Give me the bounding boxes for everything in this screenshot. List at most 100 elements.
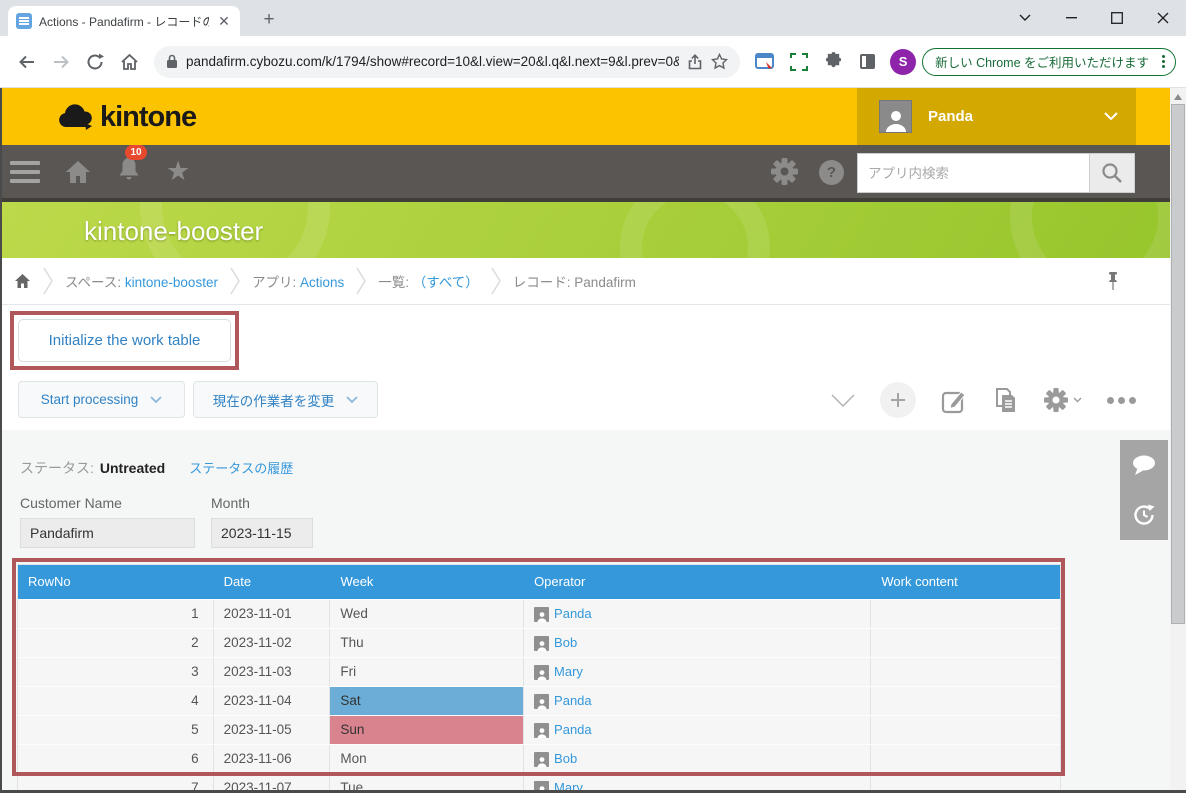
change-operator-button[interactable]: 現在の作業者を変更 [193,381,378,418]
breadcrumb-space[interactable]: スペース: kintone-booster [65,271,218,291]
window-maximize-button[interactable] [1094,0,1140,36]
breadcrumb-home-icon[interactable] [14,273,31,289]
add-record-button[interactable] [880,382,916,418]
cell-rowno: 3 [18,658,214,686]
chrome-update-button[interactable]: 新しい Chrome をご利用いただけます [922,48,1176,76]
tab-search-chevron-icon[interactable] [1002,0,1048,36]
space-title: kintone-booster [84,216,263,247]
collapse-chevron-icon[interactable] [831,394,855,407]
cell-operator: Bob [524,629,871,657]
operator-link[interactable]: Panda [554,687,592,715]
cell-operator: Panda [524,600,871,628]
side-panel-icon[interactable] [850,45,884,79]
operator-avatar-icon [534,752,549,767]
address-bar[interactable]: pandafirm.cybozu.com/k/1794/show#record=… [154,46,740,78]
browser-tab[interactable]: Actions - Pandafirm - レコードの詳 ✕ [8,6,240,36]
cell-rowno: 5 [18,716,214,744]
lock-icon [166,54,178,69]
hamburger-menu-icon[interactable] [10,161,40,183]
tab-close-icon[interactable]: ✕ [216,13,232,29]
tab-title: Actions - Pandafirm - レコードの詳 [39,13,209,30]
column-header-date: Date [214,565,331,599]
operator-link[interactable]: Panda [554,716,592,744]
scrollbar-up-arrow[interactable] [1174,94,1182,100]
notifications-button[interactable]: 10 [116,155,142,188]
tab-favicon-icon [16,13,32,29]
portal-home-icon[interactable] [64,159,92,185]
breadcrumb: スペース: kintone-booster アプリ: Actions 一覧: （… [0,258,1170,305]
status-row: ステータス: Untreated ステータスの履歴 [20,458,293,478]
favorites-star-icon[interactable]: ★ [166,158,190,185]
table-row: 4 2023-11-04 Sat Panda [18,686,1060,715]
history-icon [1131,502,1157,528]
app-search-input[interactable] [857,153,1089,193]
record-toolbar [831,381,1136,419]
start-processing-button[interactable]: Start processing [18,381,185,418]
cell-operator: Mary [524,658,871,686]
cell-work-content [871,687,1060,715]
initialize-work-table-button[interactable]: Initialize the work table [18,319,231,362]
cell-week: Fri [330,658,524,686]
window-left-edge [0,88,2,793]
settings-gear-icon[interactable] [771,158,798,185]
breadcrumb-view[interactable]: 一覧: （すべて） [378,271,479,291]
browser-titlebar: Actions - Pandafirm - レコードの詳 ✕ + [0,0,1186,36]
more-options-icon[interactable] [1107,397,1136,404]
breadcrumb-separator-icon [43,267,53,295]
breadcrumb-separator-icon [230,267,240,295]
cell-work-content [871,716,1060,744]
cell-operator: Panda [524,716,871,744]
operator-avatar-icon [534,607,549,622]
status-history-link[interactable]: ステータスの履歴 [189,458,293,477]
plus-icon [890,392,906,408]
bookmark-star-icon[interactable] [711,53,728,70]
work-table-header: RowNo Date Week Operator Work content [18,565,1060,599]
cell-week: Wed [330,600,524,628]
operator-link[interactable]: Bob [554,745,577,773]
chevron-down-icon [346,396,358,404]
forward-icon[interactable] [44,45,78,79]
pin-icon[interactable] [1107,271,1119,291]
scrollbar-thumb[interactable] [1171,104,1185,624]
reload-icon[interactable] [78,45,112,79]
cell-week: Thu [330,629,524,657]
change-history-button[interactable] [1120,490,1168,540]
chrome-update-label: 新しい Chrome をご利用いただけます [935,52,1149,71]
extension-capture-icon[interactable] [782,45,816,79]
cell-date: 2023-11-05 [214,716,331,744]
home-icon[interactable] [112,45,146,79]
browser-menu-icon[interactable] [1158,55,1169,68]
window-close-button[interactable] [1140,0,1186,36]
search-button[interactable] [1089,153,1135,193]
breadcrumb-separator-icon [491,267,501,295]
profile-avatar[interactable]: S [890,49,916,75]
extensions-puzzle-icon[interactable] [816,45,850,79]
chevron-down-icon [150,396,162,404]
duplicate-record-icon[interactable] [993,387,1019,414]
operator-avatar-icon [534,723,549,738]
share-icon[interactable] [687,54,703,70]
operator-link[interactable]: Mary [554,658,583,686]
operator-link[interactable]: Bob [554,629,577,657]
extension-page-icon[interactable] [748,45,782,79]
operator-link[interactable]: Panda [554,600,592,628]
kintone-cloud-icon [55,103,95,133]
table-row: 2 2023-11-02 Thu Bob [18,628,1060,657]
operator-avatar-icon [534,694,549,709]
url-text: pandafirm.cybozu.com/k/1794/show#record=… [186,54,679,69]
help-icon[interactable]: ? [819,160,844,185]
kintone-logo-text: kintone [100,101,196,134]
record-settings-button[interactable] [1044,388,1082,412]
table-row: 3 2023-11-03 Fri Mary [18,657,1060,686]
breadcrumb-app[interactable]: アプリ: Actions [252,271,344,291]
page-scrollbar[interactable] [1170,88,1186,793]
back-icon[interactable] [10,45,44,79]
edit-record-icon[interactable] [941,387,968,414]
window-minimize-button[interactable] [1048,0,1094,36]
user-menu[interactable]: Panda [857,88,1136,145]
comments-button[interactable] [1120,440,1168,490]
operator-avatar-icon [534,665,549,680]
new-tab-button[interactable]: + [256,8,282,34]
cell-rowno: 2 [18,629,214,657]
kintone-logo[interactable]: kintone [55,101,196,134]
